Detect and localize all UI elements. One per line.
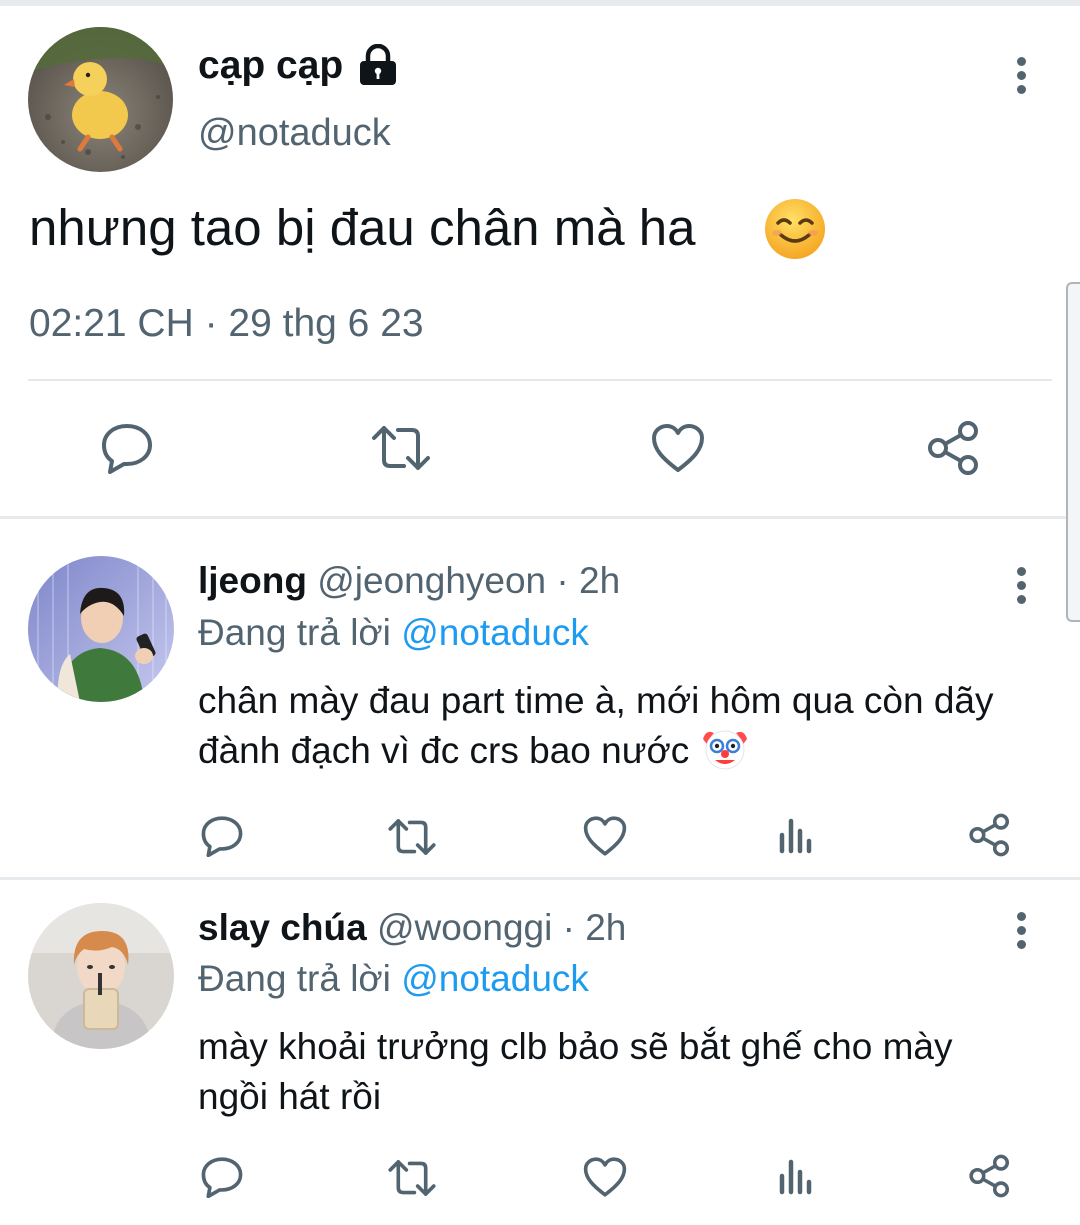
reply-header: ljeong @jeonghyeon · 2h [198,560,620,602]
display-name[interactable]: slay chúa [198,907,367,948]
tweet-timestamp[interactable]: 02:21 CH · 29 thg 6 23 [29,302,424,346]
reply-age: · 2h [562,907,627,948]
share-icon[interactable] [968,1154,1012,1198]
share-icon[interactable] [926,420,982,476]
share-icon[interactable] [968,813,1012,857]
display-name[interactable]: cạp cạp [198,44,343,88]
views-icon[interactable] [778,815,816,855]
tweet-text: nhưng tao bị đau chân mà ha [29,199,696,256]
mention-link[interactable]: @notaduck [401,958,589,999]
avatar-ljeong[interactable] [28,556,174,702]
display-name[interactable]: ljeong [198,560,307,601]
handle[interactable]: @jeonghyeon [317,560,546,601]
divider [28,379,1052,381]
reply-icon[interactable] [100,422,154,474]
retweet-icon[interactable] [387,1158,437,1198]
more-options-icon[interactable] [1015,565,1027,605]
reply-text-content: chân mày đau part time à, mới hôm qua cò… [198,680,994,771]
replying-prefix: Đang trả lời [198,612,391,653]
handle[interactable]: @notaduck [198,112,391,155]
reply-age: · 2h [556,560,621,601]
lock-icon [356,43,400,86]
clown-face-icon [700,727,750,771]
reply-text: chân mày đau part time à, mới hôm qua cò… [198,676,1018,776]
more-options-icon[interactable] [1015,910,1027,950]
reply-item[interactable]: ljeong @jeonghyeon · 2h Đang trả lời @no… [0,519,1080,877]
replying-prefix: Đang trả lời [198,958,391,999]
reply-icon[interactable] [200,815,244,857]
mention-link[interactable]: @notaduck [401,612,589,653]
reply-text: mày khoải trưởng clb bảo sẽ bắt ghế cho … [198,1026,953,1117]
handle[interactable]: @woonggi [377,907,552,948]
reply-item[interactable]: slay chúa @woonggi · 2h Đang trả lời @no… [0,880,1080,1225]
avatar-slay-chua[interactable] [28,903,174,1049]
retweet-icon[interactable] [387,817,437,857]
replying-to: Đang trả lời @notaduck [198,612,589,654]
reply-header: slay chúa @woonggi · 2h [198,907,626,949]
main-tweet: cạp cạp @notaduck nhưng tao bị đau chân … [0,0,1080,518]
retweet-icon[interactable] [370,424,432,472]
reply-icon[interactable] [200,1156,244,1198]
like-icon[interactable] [582,1156,628,1198]
scrollbar[interactable] [1066,282,1080,622]
views-icon[interactable] [778,1156,816,1196]
replying-to: Đang trả lời @notaduck [198,958,589,1000]
avatar-duck[interactable] [28,27,173,172]
like-icon[interactable] [582,815,628,857]
more-options-icon[interactable] [1015,55,1027,95]
like-icon[interactable] [650,422,706,474]
smiling-face-icon [763,197,827,261]
